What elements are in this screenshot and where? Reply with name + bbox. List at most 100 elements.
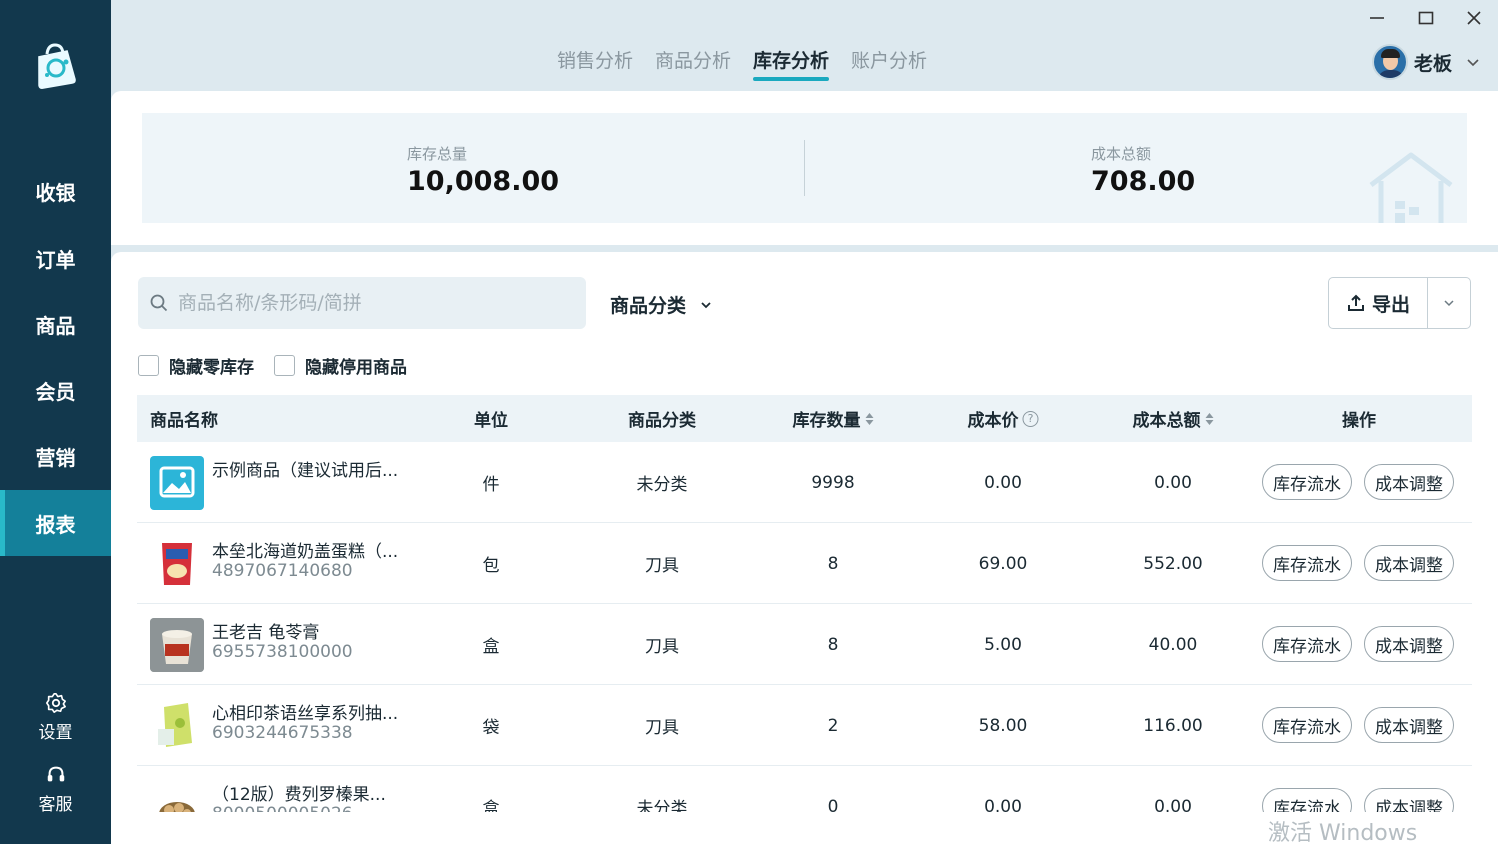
product-thumbnail bbox=[150, 618, 204, 672]
sidebar-item-label: 订单 bbox=[35, 247, 76, 272]
user-name: 老板 bbox=[1414, 52, 1453, 75]
product-name: （12版）费列罗榛果... bbox=[212, 785, 386, 805]
sidebar-item-marketing[interactable]: 营销 bbox=[0, 423, 111, 489]
search-input[interactable] bbox=[178, 292, 578, 314]
sidebar-item-cashier[interactable]: 收银 bbox=[0, 158, 111, 224]
category-cell: 刀具 bbox=[645, 637, 679, 657]
maximize-button[interactable] bbox=[1411, 6, 1441, 30]
sidebar-item-label: 会员 bbox=[35, 379, 76, 404]
cost-price-cell: 5.00 bbox=[984, 634, 1022, 655]
table-row: 示例商品（建议试用后... 件 未分类 9998 0.00 0.00 库存流水 … bbox=[137, 442, 1472, 523]
tab-product-analysis[interactable]: 商品分析 bbox=[655, 46, 731, 81]
total-stock-stat: 库存总量 10,008.00 bbox=[407, 143, 559, 197]
minimize-button[interactable] bbox=[1362, 6, 1392, 30]
product-thumbnail bbox=[150, 780, 204, 812]
unit-cell: 盒 bbox=[482, 799, 500, 812]
stock-cell: 2 bbox=[827, 715, 839, 736]
help-icon[interactable]: ? bbox=[1022, 410, 1039, 427]
product-barcode: 6903244675338 bbox=[212, 723, 353, 743]
header-stock-sortable[interactable]: 库存数量 bbox=[793, 395, 874, 442]
header-category: 商品分类 bbox=[628, 411, 696, 431]
sidebar-item-products[interactable]: 商品 bbox=[0, 291, 111, 357]
export-dropdown-toggle[interactable] bbox=[1428, 278, 1470, 328]
stock-flow-button[interactable]: 库存流水 bbox=[1262, 707, 1352, 743]
minimize-icon bbox=[1370, 17, 1384, 19]
product-name: 示例商品（建议试用后... bbox=[212, 461, 399, 481]
product-thumbnail bbox=[150, 699, 204, 753]
category-filter-dropdown[interactable]: 商品分类 bbox=[610, 291, 712, 318]
close-button[interactable] bbox=[1459, 6, 1489, 30]
checkbox-box[interactable] bbox=[138, 355, 159, 376]
sidebar-item-members[interactable]: 会员 bbox=[0, 357, 111, 423]
unit-cell: 袋 bbox=[482, 718, 500, 738]
stock-flow-button[interactable]: 库存流水 bbox=[1262, 545, 1352, 581]
table-body: 示例商品（建议试用后... 件 未分类 9998 0.00 0.00 库存流水 … bbox=[137, 442, 1472, 812]
cake-package-icon bbox=[162, 543, 192, 585]
header-cost-price-label: 成本价 bbox=[967, 411, 1019, 431]
chevron-down-icon bbox=[701, 301, 711, 308]
tab-account-analysis[interactable]: 账户分析 bbox=[851, 46, 927, 81]
settings-label: 设置 bbox=[38, 723, 73, 743]
header-actions: 操作 bbox=[1342, 411, 1376, 431]
cost-total-cell: 0.00 bbox=[1154, 796, 1192, 813]
table-row: 本垒北海道奶盖蛋糕（... 4897067140680 包 刀具 8 69.00… bbox=[137, 523, 1472, 604]
settings-button[interactable]: 设置 bbox=[0, 692, 111, 743]
sidebar-item-orders[interactable]: 订单 bbox=[0, 225, 111, 291]
header-stock-label: 库存数量 bbox=[792, 411, 861, 431]
total-stock-label: 库存总量 bbox=[407, 145, 468, 163]
category-cell: 刀具 bbox=[645, 556, 679, 576]
chevron-down-icon bbox=[1444, 300, 1454, 307]
table-row: 王老吉 龟苓膏 6955738100000 盒 刀具 8 5.00 40.00 … bbox=[137, 604, 1472, 685]
cost-adjust-button[interactable]: 成本调整 bbox=[1364, 545, 1454, 581]
stock-flow-button[interactable]: 库存流水 bbox=[1262, 788, 1352, 812]
user-menu[interactable]: 老板 bbox=[1372, 44, 1480, 80]
stock-cell: 0 bbox=[827, 796, 839, 813]
cost-total-cell: 116.00 bbox=[1143, 715, 1203, 736]
category-filter-label: 商品分类 bbox=[610, 295, 687, 317]
hide-disabled-products-checkbox[interactable]: 隐藏停用商品 bbox=[274, 353, 407, 378]
hide-disabled-products-label: 隐藏停用商品 bbox=[305, 358, 407, 378]
category-cell: 刀具 bbox=[645, 718, 679, 738]
product-barcode: 8000500005026 bbox=[212, 804, 353, 812]
header-cost-total-label: 成本总额 bbox=[1132, 411, 1201, 431]
search-box[interactable] bbox=[138, 277, 586, 329]
avatar bbox=[1372, 44, 1408, 80]
product-thumbnail bbox=[150, 537, 204, 591]
cost-adjust-button[interactable]: 成本调整 bbox=[1364, 788, 1454, 812]
customer-service-button[interactable]: 客服 bbox=[0, 764, 111, 815]
analysis-tabs: 销售分析 商品分析 库存分析 账户分析 bbox=[557, 46, 927, 81]
cost-adjust-button[interactable]: 成本调整 bbox=[1364, 707, 1454, 743]
cost-price-cell: 0.00 bbox=[984, 472, 1022, 493]
stock-flow-button[interactable]: 库存流水 bbox=[1262, 464, 1352, 500]
export-button[interactable]: 导出 bbox=[1329, 278, 1428, 328]
cost-total-cell: 0.00 bbox=[1154, 472, 1192, 493]
cost-price-cell: 69.00 bbox=[978, 553, 1028, 574]
sidebar: 收银 订单 商品 会员 营销 报表 设置 客服 bbox=[0, 0, 111, 844]
product-thumbnail bbox=[150, 456, 204, 510]
checkbox-box[interactable] bbox=[274, 355, 295, 376]
tissue-pack-icon bbox=[158, 703, 192, 747]
chevron-down-icon bbox=[1467, 59, 1479, 67]
sidebar-item-label: 收银 bbox=[35, 180, 76, 205]
product-barcode: 6955738100000 bbox=[212, 642, 353, 662]
stock-flow-button[interactable]: 库存流水 bbox=[1262, 626, 1352, 662]
total-cost-stat: 成本总额 708.00 bbox=[1091, 143, 1195, 197]
summary-card: 库存总量 10,008.00 成本总额 708.00 bbox=[142, 113, 1467, 223]
unit-cell: 盒 bbox=[482, 637, 500, 657]
filter-checkboxes: 隐藏零库存 隐藏停用商品 bbox=[138, 353, 407, 378]
hide-zero-stock-checkbox[interactable]: 隐藏零库存 bbox=[138, 353, 254, 378]
divider bbox=[804, 140, 805, 196]
total-cost-label: 成本总额 bbox=[1091, 145, 1152, 163]
inventory-list-panel: 商品分类 导出 隐藏零库存 隐藏停用商品 商品名称 单位 商品分类 库存数量 成… bbox=[111, 252, 1498, 844]
cost-adjust-button[interactable]: 成本调整 bbox=[1364, 464, 1454, 500]
header-cost-total-sortable[interactable]: 成本总额 bbox=[1133, 395, 1214, 442]
warehouse-icon bbox=[1369, 152, 1453, 223]
tab-sales-analysis[interactable]: 销售分析 bbox=[557, 46, 633, 81]
tab-inventory-analysis[interactable]: 库存分析 bbox=[753, 46, 830, 81]
sidebar-item-reports[interactable]: 报表 bbox=[0, 490, 111, 556]
product-name: 本垒北海道奶盖蛋糕（... bbox=[212, 542, 399, 562]
cost-adjust-button[interactable]: 成本调整 bbox=[1364, 626, 1454, 662]
header-cost-price: 成本价 ? bbox=[968, 395, 1039, 442]
hide-zero-stock-label: 隐藏零库存 bbox=[169, 358, 254, 378]
table-row: 心相印茶语丝享系列抽... 6903244675338 袋 刀具 2 58.00… bbox=[137, 685, 1472, 766]
